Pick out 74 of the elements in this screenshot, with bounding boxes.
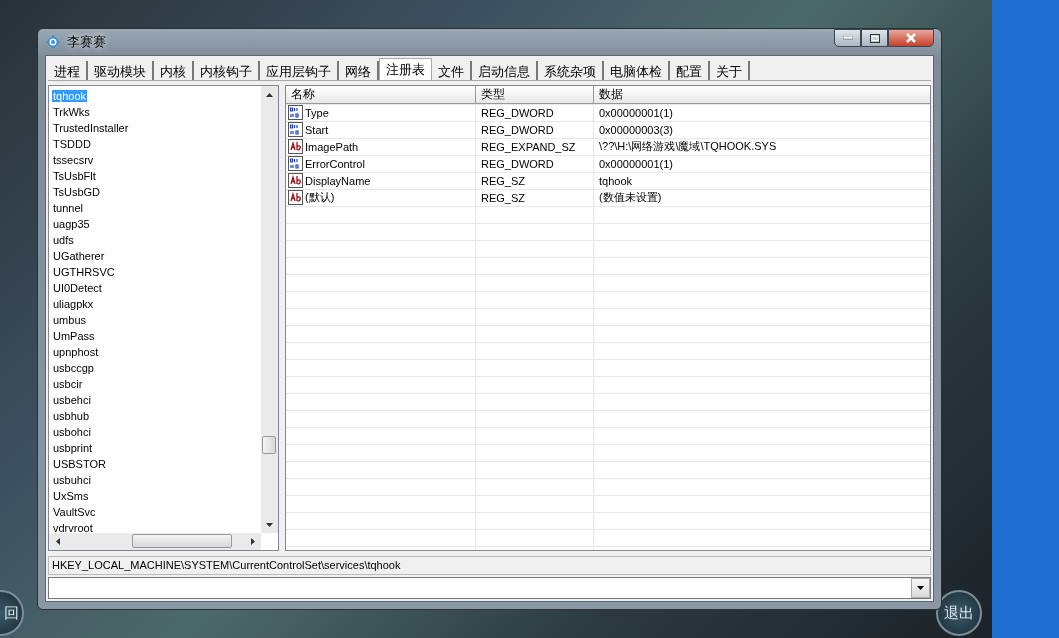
- string-value-icon: [288, 190, 304, 205]
- value-data: (数值未设置): [599, 190, 662, 205]
- list-item[interactable]: VaultSvc: [52, 506, 97, 518]
- list-item[interactable]: usbcir: [52, 378, 84, 390]
- list-item[interactable]: TrkWks: [52, 106, 91, 118]
- binary-value-icon: [288, 105, 304, 120]
- value-name: ErrorControl: [305, 157, 365, 170]
- up-arrow-icon[interactable]: [266, 92, 273, 97]
- list-item[interactable]: tunnel: [52, 202, 84, 214]
- value-type: REG_SZ: [481, 174, 525, 187]
- list-item[interactable]: UxSms: [52, 490, 90, 502]
- close-button[interactable]: [888, 29, 934, 47]
- list-item[interactable]: uliagpkx: [52, 298, 95, 310]
- value-name: (默认): [305, 190, 335, 205]
- string-value-icon: [288, 173, 304, 188]
- column-header[interactable]: 数据: [594, 86, 930, 103]
- left-arrow-icon[interactable]: [55, 538, 60, 545]
- list-item[interactable]: UGTHRSVC: [52, 266, 116, 278]
- list-item[interactable]: TrustedInstaller: [52, 122, 130, 134]
- list-item[interactable]: UI0Detect: [52, 282, 103, 294]
- list-item[interactable]: UmPass: [52, 330, 96, 342]
- value-type: REG_DWORD: [481, 106, 554, 119]
- value-data: \??\H:\网络游戏\魔域\TQHOOK.SYS: [599, 139, 777, 154]
- list-item[interactable]: USBSTOR: [52, 458, 107, 470]
- right-arrow-icon[interactable]: [250, 538, 255, 545]
- value-type: REG_DWORD: [481, 123, 554, 136]
- value-name: Start: [305, 123, 329, 136]
- value-data: 0x00000003(3): [599, 123, 673, 136]
- list-item[interactable]: uagp35: [52, 218, 91, 230]
- list-item[interactable]: upnphost: [52, 346, 100, 358]
- string-value-icon: [288, 139, 304, 154]
- vertical-scrollbar[interactable]: [261, 86, 278, 533]
- binary-value-icon: [288, 122, 304, 137]
- binary-value-icon: [288, 156, 304, 171]
- value-type: REG_DWORD: [481, 157, 554, 170]
- list-item[interactable]: usbhub: [52, 410, 91, 422]
- value-data: tqhook: [599, 174, 633, 187]
- value-name: DisplayName: [305, 174, 371, 187]
- registry-path: HKEY_LOCAL_MACHINE\SYSTEM\CurrentControlSet\services\tqhook: [48, 556, 931, 575]
- column-header[interactable]: 类型: [476, 86, 594, 103]
- dropdown-arrow-icon: [917, 586, 924, 590]
- down-arrow-icon[interactable]: [266, 522, 273, 527]
- value-name: Type: [305, 106, 329, 119]
- combo-field[interactable]: [48, 577, 931, 599]
- maximize-icon: [869, 33, 880, 43]
- list-item[interactable]: TsUsbGD: [52, 186, 102, 198]
- list-item[interactable]: usbohci: [52, 426, 92, 438]
- list-item[interactable]: vdrvroot: [52, 522, 94, 533]
- list-item[interactable]: udfs: [52, 234, 75, 246]
- value-data: 0x00000001(1): [599, 106, 673, 119]
- list-item[interactable]: usbuhci: [52, 474, 92, 486]
- list-item[interactable]: usbehci: [52, 394, 92, 406]
- value-data: 0x00000001(1): [599, 157, 673, 170]
- scrollbar-thumb[interactable]: [262, 436, 276, 454]
- close-icon: [905, 33, 917, 43]
- window-title: 李赛赛: [67, 33, 106, 51]
- list-item[interactable]: TSDDD: [52, 138, 92, 150]
- list-item[interactable]: usbccgp: [52, 362, 95, 374]
- list-item[interactable]: tssecsrv: [52, 154, 95, 166]
- tab[interactable]: 注册表: [379, 58, 432, 80]
- value-type: REG_EXPAND_SZ: [481, 140, 576, 153]
- app-icon: [45, 34, 61, 50]
- list-item[interactable]: TsUsbFlt: [52, 170, 97, 182]
- minimize-button[interactable]: [834, 29, 861, 47]
- list-item[interactable]: umbus: [52, 314, 88, 326]
- value-name: ImagePath: [305, 140, 359, 153]
- list-item[interactable]: usbprint: [52, 442, 94, 454]
- scrollbar-thumb[interactable]: [132, 534, 232, 548]
- value-type: REG_SZ: [481, 191, 525, 204]
- horizontal-scrollbar[interactable]: [49, 533, 261, 550]
- column-header[interactable]: 名称: [286, 86, 476, 103]
- maximize-button[interactable]: [861, 29, 888, 47]
- minimize-icon: [842, 36, 853, 40]
- list-item[interactable]: UGatherer: [52, 250, 106, 262]
